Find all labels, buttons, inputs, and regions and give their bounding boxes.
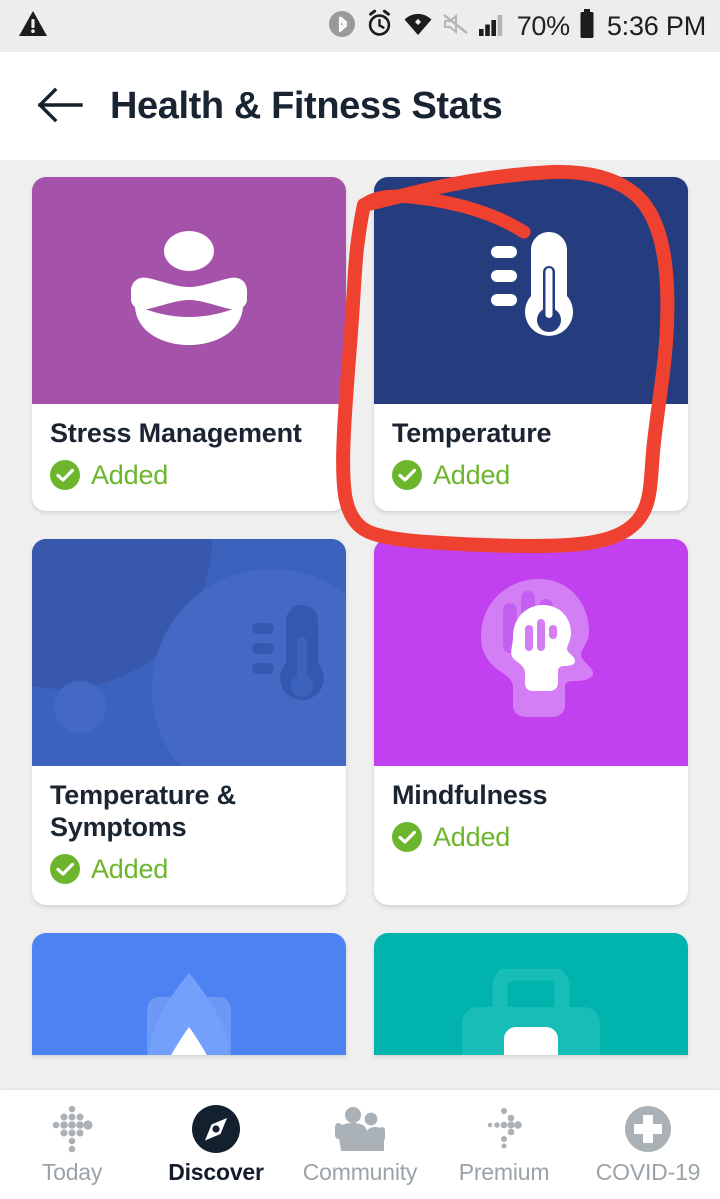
cellular-signal-icon [478,11,508,42]
fitbit-dots-icon [46,1104,98,1154]
nav-item-community[interactable]: Community [288,1090,432,1199]
thermometer-icon [248,601,332,726]
card-artwork [32,177,346,404]
card-body: Mindfulness Added [374,766,688,873]
app-screen: 70% 5:36 PM Health & Fitness Stats [0,0,720,1199]
medical-kit-icon [456,969,606,1055]
status-badge: Added [91,854,168,885]
people-icon [333,1104,387,1154]
flame-icon [119,973,259,1055]
check-circle-icon [392,822,422,852]
card-status: Added [50,460,328,491]
status-bar-right: 70% 5:36 PM [328,9,706,44]
bottom-navigation: Today Discover [0,1090,720,1199]
warning-triangle-icon [18,10,48,43]
nav-label: Today [42,1159,102,1186]
card-artwork [374,539,688,766]
premium-dots-icon [478,1104,530,1154]
nav-label: Premium [459,1159,550,1186]
card-status: Added [50,854,328,885]
discover-content: Stress Management Added [0,160,720,1090]
nav-label: Discover [168,1159,264,1186]
card-temperature[interactable]: Temperature Added [374,177,688,511]
alarm-icon [365,9,394,43]
status-bar-clock: 5:36 PM [607,11,706,42]
card-title: Temperature [392,418,670,450]
nav-item-today[interactable]: Today [0,1090,144,1199]
nav-item-premium[interactable]: Premium [432,1090,576,1199]
card-partial-flame[interactable] [32,933,346,1055]
app-bar: Health & Fitness Stats [0,52,720,160]
card-temperature-symptoms[interactable]: Temperature & Symptoms Added [32,539,346,905]
card-title: Mindfulness [392,780,670,812]
card-status: Added [392,822,670,853]
battery-icon [579,9,595,44]
wifi-icon [403,11,433,42]
nav-label: Community [303,1159,418,1186]
card-partial-medical-kit[interactable] [374,933,688,1055]
card-artwork [374,177,688,404]
card-artwork [32,933,346,1055]
plus-circle-icon [623,1104,673,1154]
nav-label: COVID-19 [596,1159,700,1186]
check-circle-icon [392,460,422,490]
nav-item-covid-19[interactable]: COVID-19 [576,1090,720,1199]
compass-icon [190,1104,242,1154]
back-button[interactable] [14,60,106,152]
bluetooth-icon [328,10,356,43]
card-stress-management[interactable]: Stress Management Added [32,177,346,511]
status-badge: Added [91,460,168,491]
status-badge: Added [433,460,510,491]
card-body: Temperature & Symptoms Added [32,766,346,905]
status-badge: Added [433,822,510,853]
card-title: Stress Management [50,418,328,450]
check-circle-icon [50,854,80,884]
nav-item-discover[interactable]: Discover [144,1090,288,1199]
card-mindfulness[interactable]: Mindfulness Added [374,539,688,905]
stats-card-grid: Stress Management Added [0,160,720,1055]
card-body: Temperature Added [374,404,688,511]
back-arrow-icon [37,86,83,127]
battery-percent-label: 70% [517,11,570,42]
status-bar-left [18,10,48,43]
status-bar: 70% 5:36 PM [0,0,720,52]
card-body: Stress Management Added [32,404,346,511]
decorative-circle [54,681,106,733]
thermometer-icon [475,224,587,357]
card-artwork [374,933,688,1055]
head-mindfulness-icon [461,575,601,730]
check-circle-icon [50,460,80,490]
card-artwork [32,539,346,766]
meditation-icon [125,229,253,352]
page-title: Health & Fitness Stats [110,85,502,128]
card-title: Temperature & Symptoms [50,780,328,844]
mute-icon [442,12,469,41]
card-status: Added [392,460,670,491]
